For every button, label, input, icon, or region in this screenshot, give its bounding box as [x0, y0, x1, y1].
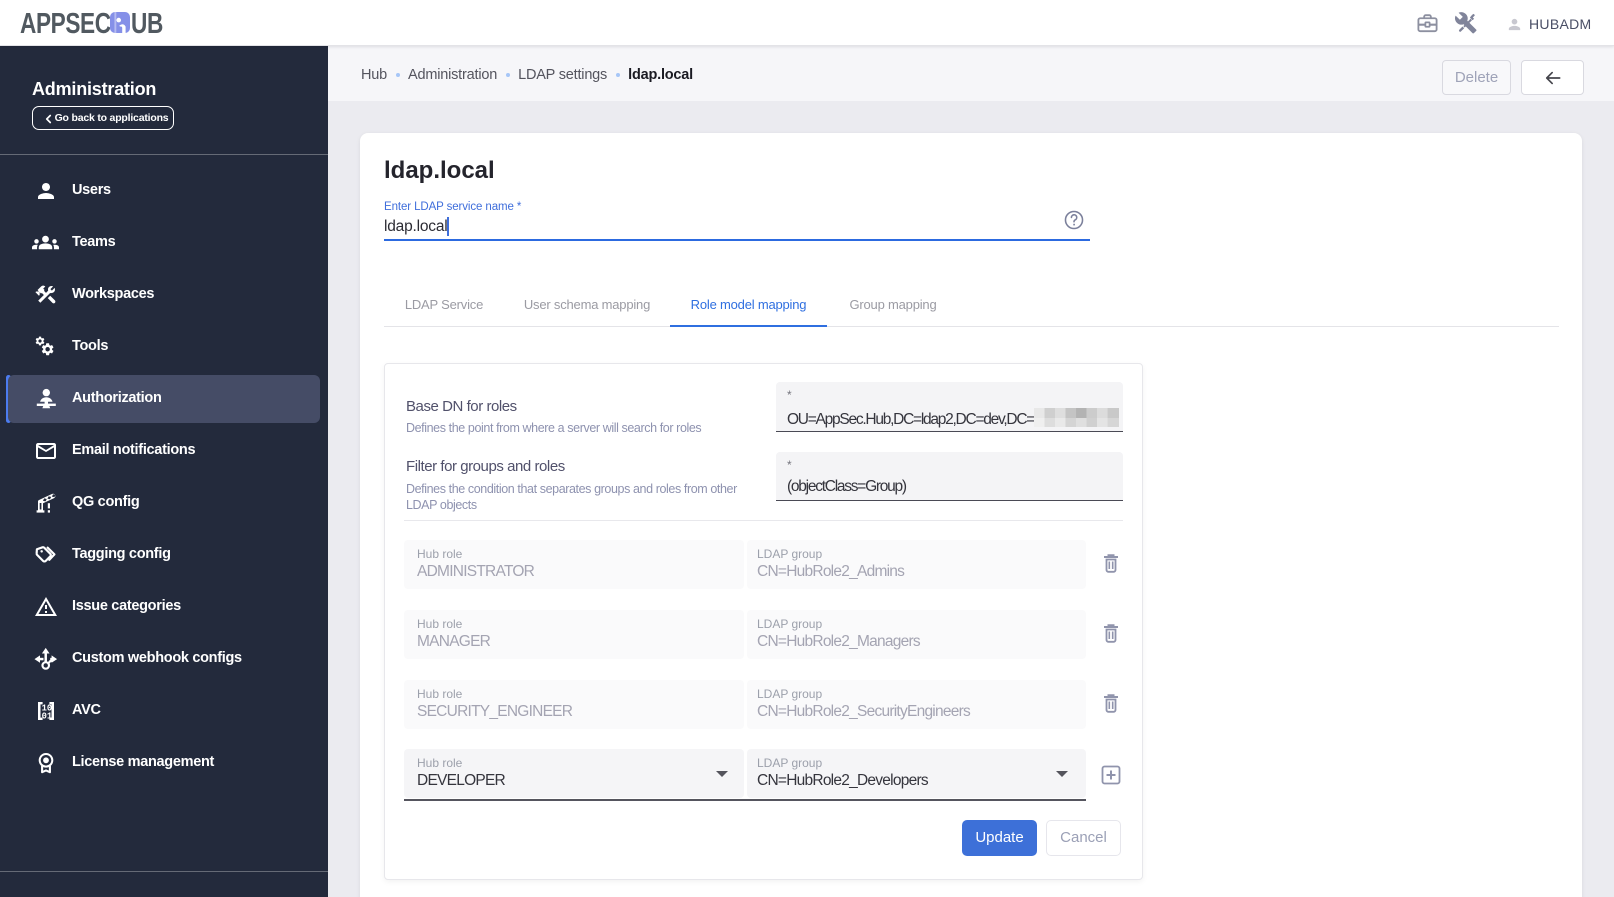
- svg-text:01: 01: [42, 711, 53, 721]
